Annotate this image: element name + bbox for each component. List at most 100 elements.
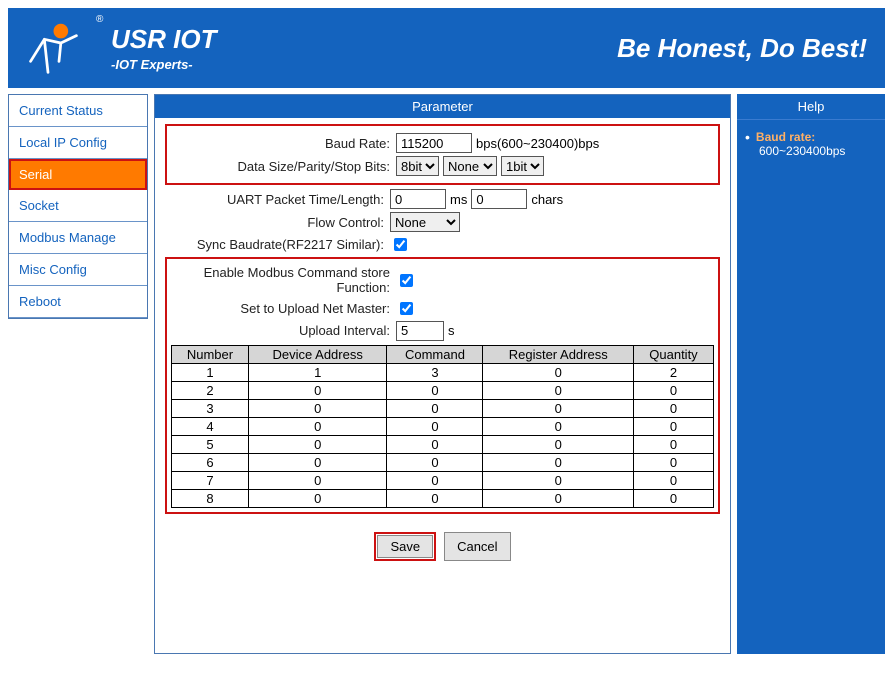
table-header-row: Number Device Address Command Register A… xyxy=(172,345,714,363)
save-highlight: Save xyxy=(374,532,436,561)
bullet-icon: • xyxy=(745,130,750,144)
unit-ms: ms xyxy=(450,192,467,207)
stop-bits-select[interactable]: 1bit xyxy=(501,156,544,176)
table-cell: 0 xyxy=(483,435,633,453)
highlight-modbus: Enable Modbus Command store Function: Se… xyxy=(165,257,720,514)
table-cell: 4 xyxy=(172,417,249,435)
sidebar-item-modbus[interactable]: Modbus Manage xyxy=(9,222,147,254)
table-cell: 0 xyxy=(483,471,633,489)
brand-block: USR IOT -IOT Experts- xyxy=(111,24,216,72)
main-panel: Parameter Baud Rate: bps(600~230400)bps … xyxy=(154,94,731,654)
table-cell: 7 xyxy=(172,471,249,489)
table-cell: 3 xyxy=(387,363,483,381)
table-cell: 0 xyxy=(483,489,633,507)
sidebar-item-current-status[interactable]: Current Status xyxy=(9,95,147,127)
packet-time-input[interactable] xyxy=(390,189,446,209)
upload-master-checkbox[interactable] xyxy=(400,302,413,315)
sidebar-item-misc[interactable]: Misc Config xyxy=(9,254,147,286)
label-modbus-fn: Enable Modbus Command store Function: xyxy=(171,266,396,296)
table-cell: 5 xyxy=(172,435,249,453)
table-cell: 0 xyxy=(248,453,386,471)
brand-sub: -IOT Experts- xyxy=(111,57,216,72)
table-cell: 0 xyxy=(483,363,633,381)
table-cell: 0 xyxy=(483,453,633,471)
logo-icon xyxy=(26,21,81,76)
flow-control-select[interactable]: None xyxy=(390,212,460,232)
baud-rate-input[interactable] xyxy=(396,133,472,153)
table-cell: 0 xyxy=(248,471,386,489)
label-upload-interval: Upload Interval: xyxy=(171,323,396,338)
sidebar: Current Status Local IP Config Serial So… xyxy=(8,94,148,319)
data-size-select[interactable]: 8bit xyxy=(396,156,439,176)
table-row: 20000 xyxy=(172,381,714,399)
table-cell: 0 xyxy=(483,399,633,417)
table-row: 50000 xyxy=(172,435,714,453)
save-button[interactable]: Save xyxy=(377,535,433,558)
table-row: 80000 xyxy=(172,489,714,507)
highlight-basic-serial: Baud Rate: bps(600~230400)bps Data Size/… xyxy=(165,124,720,185)
table-cell: 3 xyxy=(172,399,249,417)
table-row: 11302 xyxy=(172,363,714,381)
cancel-button[interactable]: Cancel xyxy=(444,532,510,561)
sync-baudrate-checkbox[interactable] xyxy=(394,238,407,251)
table-cell: 0 xyxy=(248,489,386,507)
main-title: Parameter xyxy=(155,95,730,118)
brand-title: USR IOT xyxy=(111,24,216,55)
registered-mark: ® xyxy=(96,14,103,25)
label-upload-master: Set to Upload Net Master: xyxy=(171,301,396,316)
table-cell: 0 xyxy=(483,417,633,435)
table-cell: 0 xyxy=(387,417,483,435)
th-device-address: Device Address xyxy=(248,345,386,363)
unit-s: s xyxy=(448,323,455,338)
table-cell: 0 xyxy=(248,399,386,417)
table-row: 40000 xyxy=(172,417,714,435)
table-cell: 1 xyxy=(248,363,386,381)
table-cell: 6 xyxy=(172,453,249,471)
table-cell: 0 xyxy=(633,435,713,453)
table-cell: 0 xyxy=(633,453,713,471)
table-cell: 0 xyxy=(387,489,483,507)
table-cell: 0 xyxy=(248,435,386,453)
sidebar-item-socket[interactable]: Socket xyxy=(9,190,147,222)
table-cell: 0 xyxy=(633,381,713,399)
table-cell: 2 xyxy=(633,363,713,381)
table-row: 70000 xyxy=(172,471,714,489)
table-cell: 1 xyxy=(172,363,249,381)
help-item-text: 600~230400bps xyxy=(759,144,877,158)
table-cell: 0 xyxy=(248,417,386,435)
help-item-label: Baud rate: xyxy=(756,130,815,144)
table-cell: 0 xyxy=(387,471,483,489)
table-row: 60000 xyxy=(172,453,714,471)
sidebar-item-reboot[interactable]: Reboot xyxy=(9,286,147,318)
slogan: Be Honest, Do Best! xyxy=(617,33,867,64)
th-number: Number xyxy=(172,345,249,363)
label-sync: Sync Baudrate(RF2217 Similar): xyxy=(165,237,390,252)
modbus-table: Number Device Address Command Register A… xyxy=(171,345,714,508)
table-cell: 8 xyxy=(172,489,249,507)
help-panel: Help • Baud rate: 600~230400bps xyxy=(737,94,885,654)
table-cell: 0 xyxy=(633,399,713,417)
table-cell: 0 xyxy=(633,489,713,507)
table-cell: 0 xyxy=(633,471,713,489)
table-cell: 0 xyxy=(387,453,483,471)
table-cell: 0 xyxy=(248,381,386,399)
label-flow: Flow Control: xyxy=(165,215,390,230)
packet-len-input[interactable] xyxy=(471,189,527,209)
table-cell: 0 xyxy=(387,435,483,453)
label-baud-rate: Baud Rate: xyxy=(171,136,396,151)
table-cell: 0 xyxy=(387,399,483,417)
enable-modbus-checkbox[interactable] xyxy=(400,274,413,287)
table-row: 30000 xyxy=(172,399,714,417)
table-cell: 2 xyxy=(172,381,249,399)
sidebar-item-serial[interactable]: Serial xyxy=(9,159,147,190)
sidebar-item-local-ip[interactable]: Local IP Config xyxy=(9,127,147,159)
baud-unit: bps(600~230400)bps xyxy=(476,136,599,151)
th-quantity: Quantity xyxy=(633,345,713,363)
table-cell: 0 xyxy=(633,417,713,435)
table-cell: 0 xyxy=(483,381,633,399)
help-title: Help xyxy=(737,94,885,120)
parity-select[interactable]: None xyxy=(443,156,497,176)
upload-interval-input[interactable] xyxy=(396,321,444,341)
unit-chars: chars xyxy=(531,192,563,207)
label-dsp: Data Size/Parity/Stop Bits: xyxy=(171,159,396,174)
